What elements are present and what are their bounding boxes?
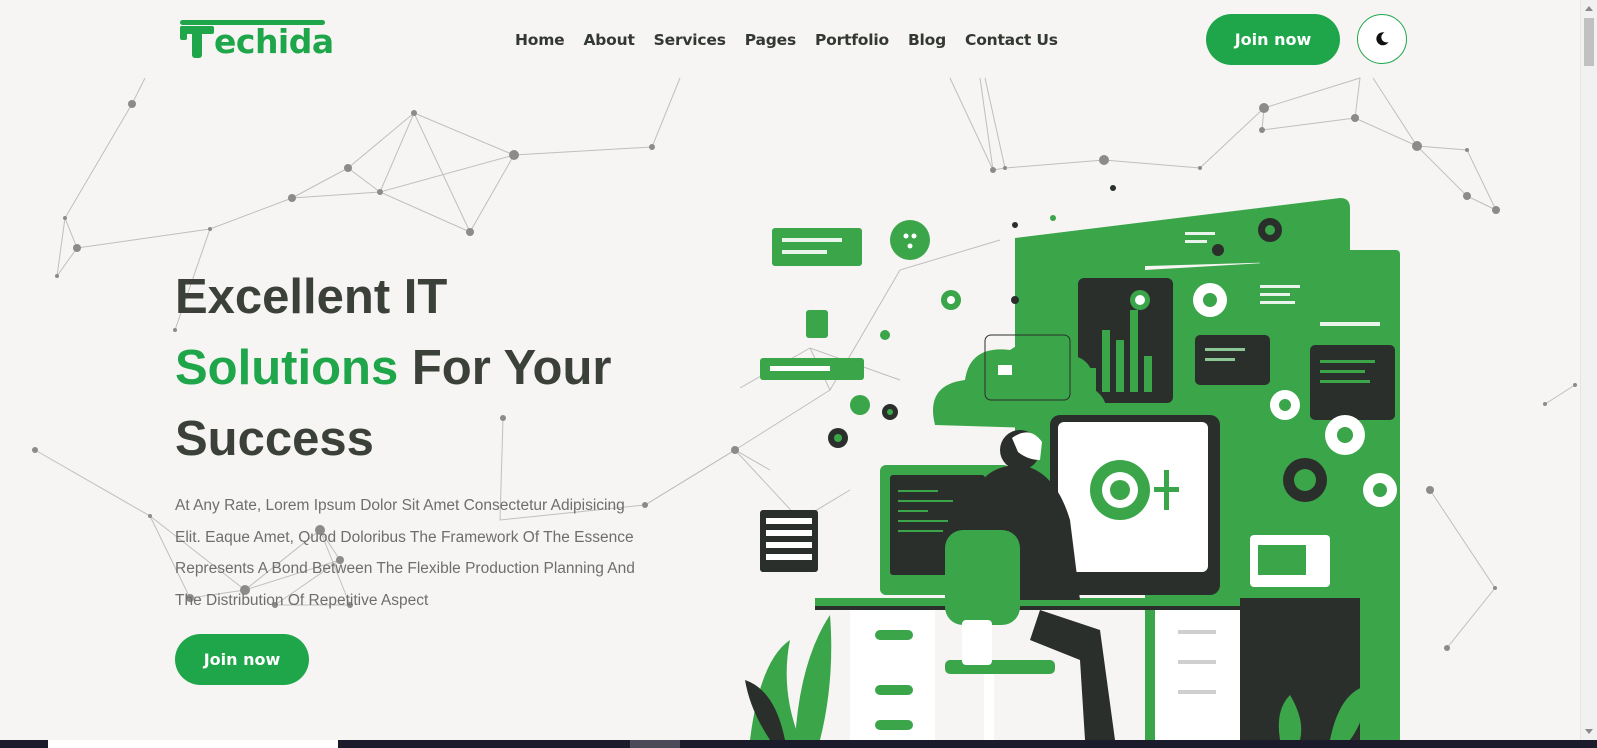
nav-portfolio[interactable]: Portfolio — [815, 29, 889, 51]
site-header: echida Home About Services Pages Portfol… — [0, 0, 1580, 78]
scroll-up-arrow-icon[interactable] — [1585, 6, 1593, 11]
hero-title-line3: Success — [175, 412, 374, 466]
logo-t-mark — [180, 22, 218, 60]
bottom-taskbar — [0, 740, 1597, 748]
scrollbar-thumb[interactable] — [1584, 18, 1594, 66]
nav-blog[interactable]: Blog — [908, 29, 946, 51]
hero-title-line2: For Your — [398, 341, 612, 395]
nav-services[interactable]: Services — [654, 29, 726, 51]
nav-contact-us[interactable]: Contact Us — [965, 29, 1058, 51]
nav-about[interactable]: About — [583, 29, 634, 51]
header-join-button[interactable]: Join now — [1206, 14, 1340, 65]
theme-toggle-button[interactable] — [1357, 14, 1407, 64]
main-nav: Home About Services Pages Portfolio Blog… — [515, 29, 1077, 51]
taskbar-window-preview — [48, 740, 338, 748]
page-scrollbar[interactable] — [1580, 0, 1597, 740]
brand-logo[interactable]: echida — [180, 20, 334, 60]
hero-join-button[interactable]: Join now — [175, 634, 309, 685]
hero-description: At Any Rate, Lorem Ipsum Dolor Sit Amet … — [175, 497, 635, 609]
nav-home[interactable]: Home — [515, 29, 565, 51]
hero-title-accent: Solutions — [175, 341, 399, 395]
nav-pages[interactable]: Pages — [745, 29, 796, 51]
landing-page: echida Home About Services Pages Portfol… — [0, 0, 1597, 748]
taskbar-active-item[interactable] — [630, 740, 680, 748]
moon-icon — [1376, 32, 1389, 46]
logo-text: echida — [214, 22, 334, 61]
it-professional-illustration — [745, 185, 1400, 740]
hero-title: Excellent IT Solutions For Your Success — [175, 262, 695, 475]
hero-title-line1: Excellent IT — [175, 270, 448, 324]
scroll-down-arrow-icon[interactable] — [1585, 729, 1593, 734]
